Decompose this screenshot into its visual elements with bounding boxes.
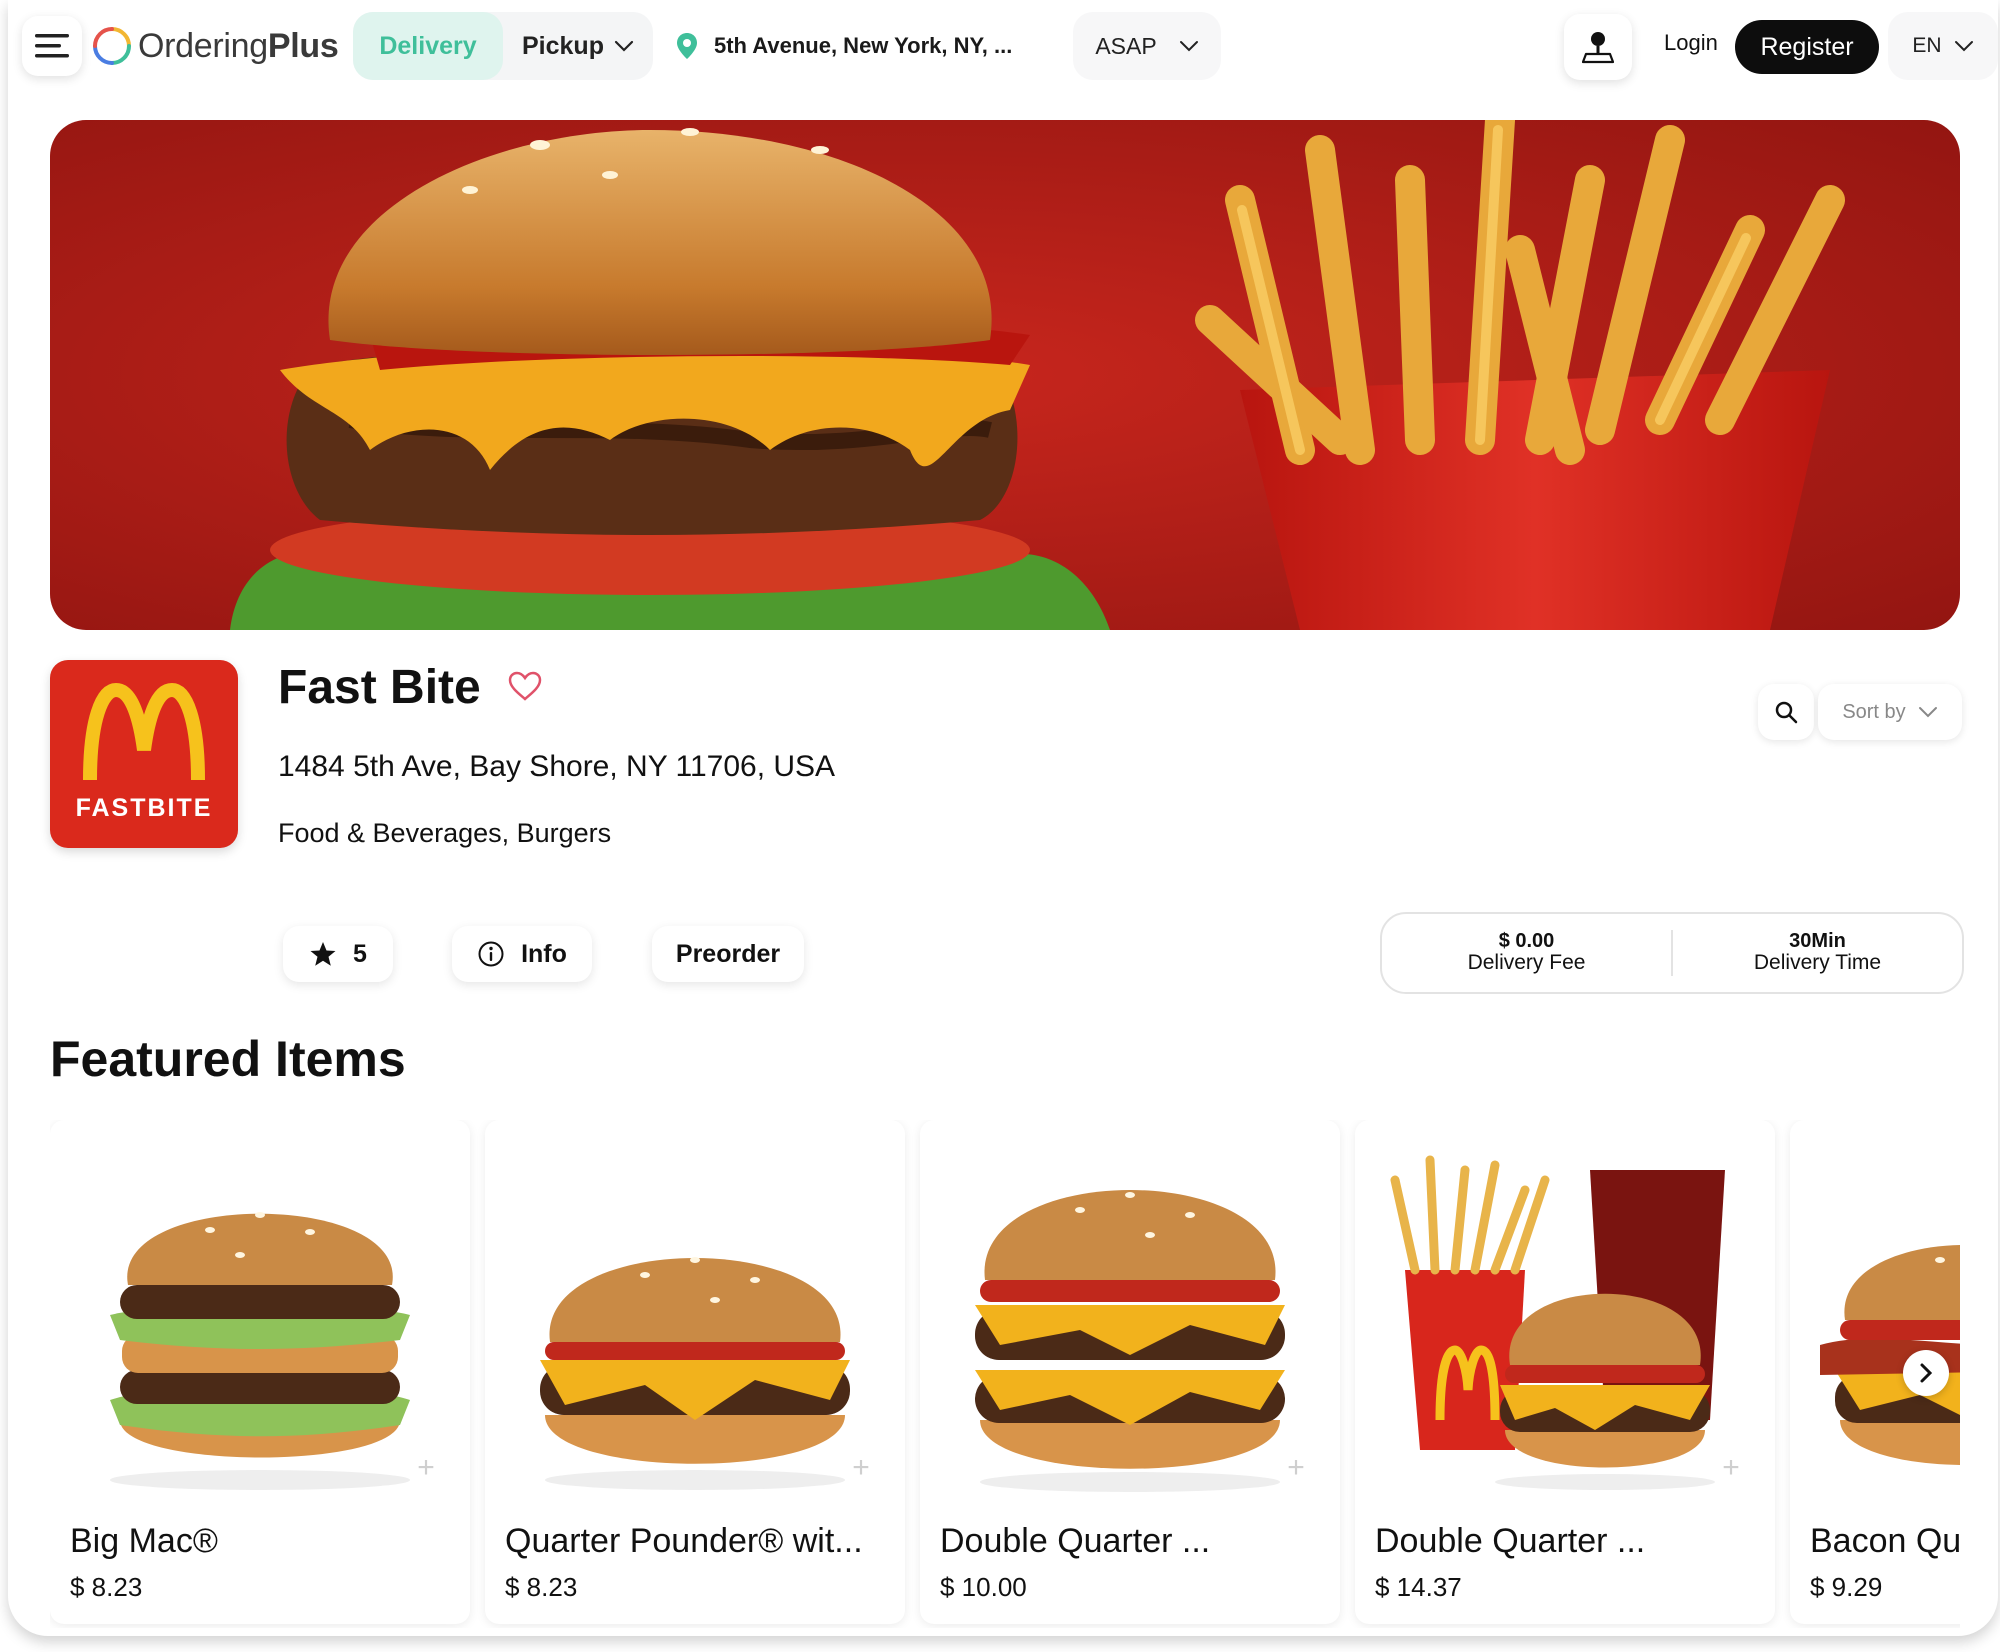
add-to-cart-button[interactable]: + xyxy=(1278,1450,1314,1486)
product-name: Big Mac® xyxy=(70,1522,218,1560)
store-banner-image xyxy=(50,120,1960,630)
language-label: EN xyxy=(1912,34,1942,57)
featured-items-heading: Featured Items xyxy=(50,1031,406,1087)
product-image xyxy=(540,1257,850,1490)
product-name: Double Quarter ... xyxy=(1375,1522,1646,1560)
product-price: $ 14.37 xyxy=(1375,1572,1462,1602)
preorder-button[interactable]: Preorder xyxy=(652,926,804,982)
delivery-tab[interactable]: Delivery xyxy=(353,12,503,80)
featured-items-carousel: + Big Mac® $ 8.23 + Quarter Pounder® wit… xyxy=(50,1120,1960,1628)
carousel-next-button[interactable] xyxy=(1903,1350,1949,1396)
rating-button[interactable]: 5 xyxy=(283,926,393,982)
product-card[interactable]: + Double Quarter ... $ 10.00 xyxy=(920,1120,1340,1624)
store-logo-text: FASTBITE xyxy=(75,794,213,822)
chevron-down-icon xyxy=(1179,41,1198,52)
chevron-down-icon xyxy=(614,40,634,52)
top-bar: OrderingPlus Delivery Pickup 5th Avenue,… xyxy=(8,0,1998,92)
sort-by-label: Sort by xyxy=(1842,700,1906,723)
add-to-cart-button[interactable]: + xyxy=(1713,1450,1749,1486)
product-card[interactable]: + Double Quarter ... $ 14.37 xyxy=(1355,1120,1775,1624)
sort-by-dropdown[interactable]: Sort by xyxy=(1818,684,1962,740)
delivery-fee-label: Delivery Fee xyxy=(1467,951,1586,975)
store-address: 1484 5th Ave, Bay Shore, NY 11706, USA xyxy=(278,750,836,783)
register-button[interactable]: Register xyxy=(1735,20,1879,74)
logo-text-light: Ordering xyxy=(138,26,268,65)
orderingplus-logo[interactable]: OrderingPlus xyxy=(92,24,339,68)
product-price: $ 8.23 xyxy=(70,1572,143,1602)
info-button[interactable]: Info xyxy=(452,926,592,982)
heart-icon xyxy=(508,671,542,701)
rating-value: 5 xyxy=(353,939,367,968)
delivery-fee: $ 0.00 Delivery Fee xyxy=(1382,931,1671,974)
product-image xyxy=(1820,1245,1960,1465)
delivery-summary: $ 0.00 Delivery Fee 30Min Delivery Time xyxy=(1380,912,1964,994)
hamburger-menu-button[interactable] xyxy=(22,16,82,76)
product-name: Quarter Pounder® wit... xyxy=(505,1522,863,1560)
store-logo: FASTBITE xyxy=(50,660,238,848)
delivery-fee-value: $ 0.00 xyxy=(1498,930,1555,953)
product-image xyxy=(1390,1155,1725,1490)
product-card[interactable]: + Quarter Pounder® wit... $ 8.23 xyxy=(485,1120,905,1624)
pickup-label: Pickup xyxy=(522,31,604,60)
info-label: Info xyxy=(521,939,567,968)
hamburger-icon xyxy=(35,34,69,58)
address-selector[interactable]: 5th Avenue, New York, NY, ... xyxy=(676,24,1012,68)
store-categories: Food & Beverages, Burgers xyxy=(278,818,612,848)
product-name: Double Quarter ... xyxy=(940,1522,1211,1560)
chevron-right-icon xyxy=(1920,1363,1933,1383)
time-label: ASAP xyxy=(1095,32,1157,59)
delivery-time-label: Delivery Time xyxy=(1753,951,1882,975)
delivery-time: 30Min Delivery Time xyxy=(1673,931,1962,974)
product-name: Bacon Qu xyxy=(1810,1522,1960,1560)
chevron-down-icon xyxy=(1918,707,1937,718)
info-icon xyxy=(478,941,504,967)
delivery-time-dropdown[interactable]: ASAP xyxy=(1073,12,1221,80)
product-image xyxy=(975,1190,1285,1492)
app-window: OrderingPlus Delivery Pickup 5th Avenue,… xyxy=(8,0,1998,1636)
search-icon xyxy=(1775,701,1798,724)
favorite-button[interactable] xyxy=(503,664,547,708)
burger-fries-illustration xyxy=(50,120,1960,630)
user-profile-button[interactable] xyxy=(1564,14,1632,80)
logo-text: OrderingPlus xyxy=(138,27,339,66)
logo-ring-icon xyxy=(93,27,131,65)
add-to-cart-button[interactable]: + xyxy=(843,1450,879,1486)
search-button[interactable] xyxy=(1758,684,1814,740)
chevron-down-icon xyxy=(1954,41,1973,52)
language-dropdown[interactable]: EN xyxy=(1888,12,1998,80)
logo-text-bold: Plus xyxy=(267,26,339,65)
product-price: $ 9.29 xyxy=(1810,1572,1883,1602)
product-image xyxy=(110,1212,410,1490)
product-price: $ 10.00 xyxy=(940,1572,1027,1602)
login-link[interactable]: Login xyxy=(1664,30,1718,56)
order-mode-toggle: Delivery Pickup xyxy=(353,12,653,80)
star-icon xyxy=(310,942,336,966)
product-card[interactable]: + Big Mac® $ 8.23 xyxy=(50,1120,470,1624)
user-location-icon xyxy=(1582,32,1614,64)
product-price: $ 8.23 xyxy=(505,1572,578,1602)
pickup-dropdown[interactable]: Pickup xyxy=(503,12,653,80)
address-text: 5th Avenue, New York, NY, ... xyxy=(714,33,1013,58)
delivery-time-value: 30Min xyxy=(1789,930,1846,953)
location-pin-icon xyxy=(677,33,697,59)
add-to-cart-button[interactable]: + xyxy=(408,1450,444,1486)
store-name: Fast Bite xyxy=(278,661,481,714)
